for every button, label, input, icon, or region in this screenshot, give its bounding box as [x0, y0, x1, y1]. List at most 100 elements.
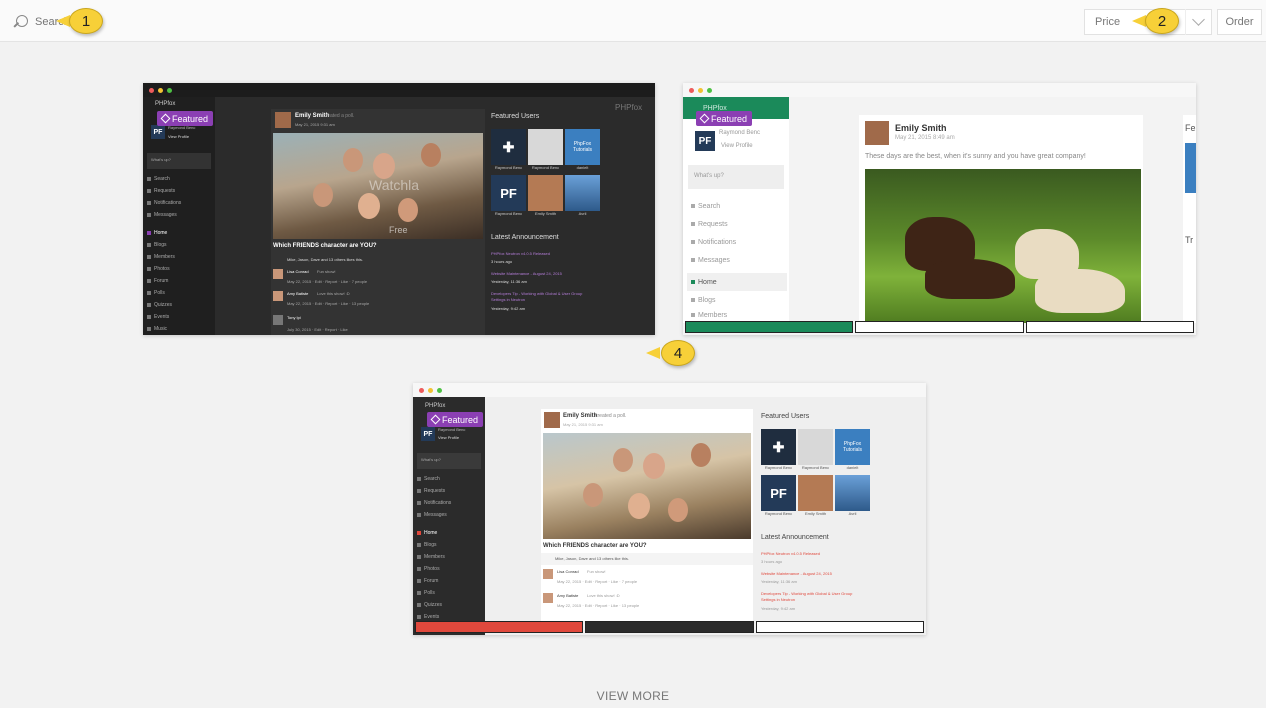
featured-users-title: Featured Users — [761, 413, 810, 420]
free-label: Free — [389, 225, 408, 235]
callout-tail — [56, 15, 70, 27]
theme-card-dark[interactable]: PHPfox PF Raymond Benc View Profile What… — [143, 83, 655, 335]
sidebar-item: Search — [143, 173, 215, 185]
color-swatch[interactable] — [415, 621, 584, 633]
user-name: Raymond Benc — [719, 130, 761, 136]
color-swatch[interactable] — [685, 321, 854, 333]
comment-meta: July 30, 2015 · Edit · Report · Like — [287, 327, 348, 332]
close-dot-icon — [149, 87, 154, 93]
sidebar-item: Messages — [687, 251, 787, 269]
window-controls — [413, 383, 926, 397]
announce-time: Yesterday, 11:36 am — [491, 279, 527, 284]
comment-author: Lisa Conrad — [287, 269, 309, 274]
diamond-icon — [430, 414, 441, 425]
minimize-dot-icon — [158, 87, 163, 93]
whats-up-text: What's up? — [694, 173, 724, 179]
avatar: PF — [151, 125, 165, 139]
sidebar-item: Events — [143, 311, 215, 323]
view-more-button[interactable]: VIEW MORE — [0, 689, 1266, 703]
callout-tail — [646, 347, 660, 359]
brand-label: PHPfox — [155, 101, 176, 107]
avatar: PF — [695, 131, 715, 151]
sidebar-item: Quizzes — [143, 299, 215, 311]
sidebar-item: Messages — [413, 509, 485, 521]
comment-text: Fun show! — [317, 269, 336, 274]
maximize-dot-icon — [707, 87, 712, 93]
callout-4: 4 — [646, 340, 698, 366]
sidebar-item: Blogs — [413, 539, 485, 551]
author-avatar — [865, 121, 889, 145]
callout-number: 4 — [661, 340, 695, 366]
comment-author: Lisa Conrad — [557, 569, 579, 574]
diamond-icon — [160, 113, 171, 124]
sidebar-item: Notifications — [413, 497, 485, 509]
search-icon — [14, 14, 29, 30]
sidebar-menu: Search Requests Notifications Messages H… — [413, 473, 485, 623]
post-photo — [865, 169, 1141, 323]
callout-tail — [1132, 15, 1146, 27]
whats-up-box: What's up? — [147, 153, 211, 169]
announce-link: PHPfox Neutron v4.0.5 Released — [761, 551, 820, 556]
featured-badge: Featured — [696, 111, 753, 126]
brand-watermark: PHPfox — [615, 103, 643, 112]
sidebar-item: Requests — [413, 485, 485, 497]
featured-user: ✚ Raymond Benc — [491, 129, 526, 173]
sidebar-item: Members — [413, 551, 485, 563]
post-photo: Watchla Free — [273, 133, 483, 239]
preview-feed: Emily Smith created a poll. May 21, 2015… — [271, 109, 485, 335]
preview-feed: Emily Smith May 21, 2015 8:49 am These d… — [859, 115, 1143, 323]
color-swatches — [415, 621, 924, 633]
avatar: PF — [421, 427, 435, 441]
minimize-dot-icon — [428, 387, 433, 393]
comment-meta: May 22, 2015 · Edit · Report · Like · 13… — [557, 603, 640, 608]
order-button[interactable]: Order — [1217, 9, 1262, 35]
chevron-down-icon[interactable] — [1185, 9, 1211, 35]
comment-text: Fun show! — [587, 569, 606, 574]
announce-time: Yesterday, 11:36 am — [761, 579, 797, 584]
comment-author: Amy Batiste — [287, 291, 309, 296]
post-author: Emily Smith — [895, 123, 947, 133]
maximize-dot-icon — [437, 387, 442, 393]
post-photo — [543, 433, 751, 539]
preview-feed: Emily Smith created a poll. May 21, 2015… — [541, 409, 753, 621]
preview-sidebar: PHPfox PF Raymond Benc View Profile What… — [683, 97, 789, 323]
view-profile-link: View Profile — [438, 435, 460, 440]
color-swatch[interactable] — [585, 621, 754, 633]
post-action: created a poll. — [595, 413, 627, 419]
announce-link: Website Maintenance - August 24, 2015 — [761, 571, 832, 576]
author-avatar — [275, 112, 291, 128]
whats-up-text: What's up? — [151, 157, 171, 162]
color-swatches — [685, 321, 1194, 333]
window-controls — [683, 83, 1196, 97]
featured-user: Avril — [835, 475, 870, 519]
author-avatar — [544, 412, 560, 428]
color-swatch[interactable] — [755, 621, 924, 633]
announce-link: PHPfox Neutron v4.0.5 Released — [491, 251, 550, 256]
sidebar-menu: Search Requests Notifications Messages H… — [687, 197, 787, 321]
callout-number: 2 — [1145, 8, 1179, 34]
theme-card-red[interactable]: PHPfox PF Raymond Benc View Profile What… — [413, 383, 926, 635]
featured-users-grid: ✚ Raymond Benc Raymond Benc PhpFox Tutor… — [491, 129, 601, 221]
comment-author: Amy Batiste — [557, 593, 579, 598]
color-swatch[interactable] — [1025, 321, 1194, 333]
sidebar-item: Polls — [143, 287, 215, 299]
callout-2: 2 — [1132, 8, 1182, 34]
close-dot-icon — [419, 387, 424, 393]
view-profile-link: View Profile — [721, 143, 753, 149]
minimize-dot-icon — [698, 87, 703, 93]
close-dot-icon — [689, 87, 694, 93]
post-time: May 21, 2015 9:31 am — [295, 122, 335, 127]
color-swatch[interactable] — [855, 321, 1024, 333]
sidebar-item: Members — [687, 309, 787, 321]
comment-author: Tony Ipi — [287, 315, 301, 320]
sidebar-item: Search — [687, 197, 787, 215]
announce-time: Yesterday, 9:42 am — [761, 606, 796, 611]
comment-meta: May 22, 2015 · Edit · Report · Like · 7 … — [557, 579, 638, 584]
featured-user: PF Raymond Benc — [491, 175, 526, 219]
featured-users-title: Featured Users — [491, 113, 540, 120]
comment-meta: May 22, 2015 · Edit · Report · Like · 7 … — [287, 279, 368, 284]
theme-card-green[interactable]: PHPfox PF Raymond Benc View Profile What… — [683, 83, 1196, 335]
featured-user: PhpFox Tutorials danielt — [565, 129, 600, 173]
featured-badge: Featured — [427, 412, 484, 427]
poll-question: Which FRIENDS character are YOU? — [273, 243, 377, 249]
